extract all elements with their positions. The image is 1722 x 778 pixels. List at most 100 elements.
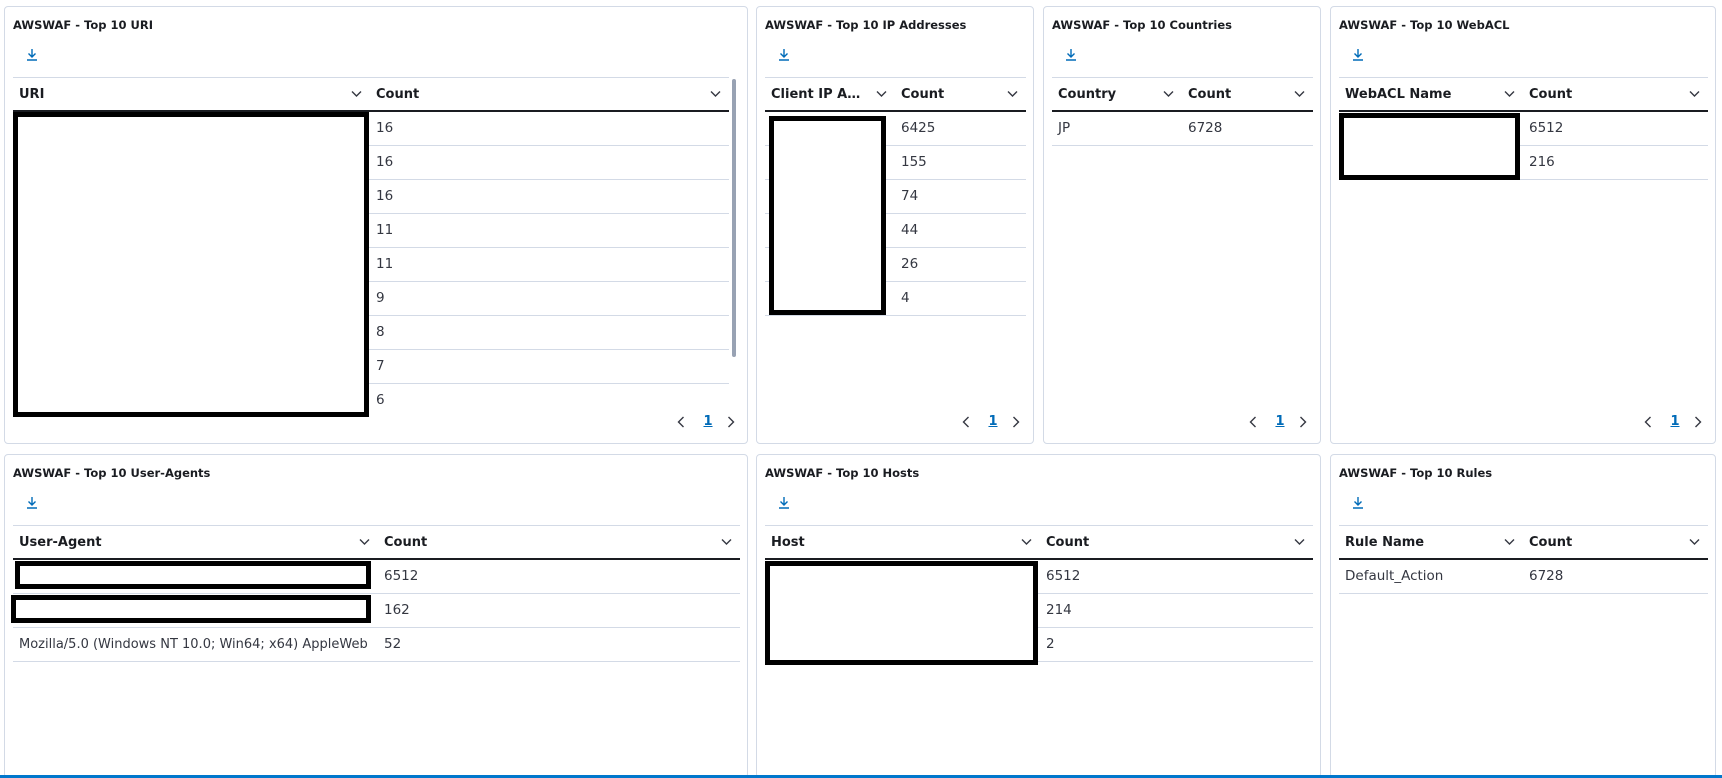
count-cell: 6425 — [901, 120, 936, 136]
table-row: Default_Action 6728 — [1339, 560, 1708, 594]
chevron-down-icon — [1689, 91, 1700, 97]
chevron-right-icon[interactable] — [1694, 416, 1702, 428]
count-cell: 155 — [901, 154, 927, 170]
chevron-down-icon — [1294, 539, 1305, 545]
chevron-right-icon[interactable] — [1012, 416, 1020, 428]
panel-title: AWSWAF - Top 10 Hosts — [765, 466, 920, 480]
page-number[interactable]: 1 — [986, 413, 1000, 431]
column-header-count[interactable]: Count — [1182, 78, 1313, 111]
table-header: Host Count — [765, 525, 1313, 560]
download-icon — [27, 497, 37, 509]
page-number[interactable]: 1 — [1273, 413, 1287, 431]
chevron-down-icon — [1021, 539, 1032, 545]
chevron-left-icon[interactable] — [1249, 416, 1257, 428]
redacted-user-agent-cell — [15, 561, 371, 589]
column-header-host[interactable]: Host — [765, 526, 1040, 559]
count-cell: 4 — [901, 290, 910, 306]
table-header: WebACL Name Count — [1339, 77, 1708, 112]
download-button[interactable] — [1350, 495, 1366, 511]
column-header-rule-name[interactable]: Rule Name — [1339, 526, 1523, 559]
rule-name-cell: Default_Action — [1345, 568, 1444, 584]
count-cell: 216 — [1529, 154, 1555, 170]
table-row: Mozilla/5.0 (Windows NT 10.0; Win64; x64… — [13, 628, 740, 662]
download-icon — [27, 49, 37, 61]
column-header-count[interactable]: Count — [1523, 78, 1708, 111]
column-header-country[interactable]: Country — [1052, 78, 1182, 111]
chevron-down-icon — [1163, 91, 1174, 97]
panel-title: AWSWAF - Top 10 Countries — [1052, 18, 1232, 32]
count-cell: 2 — [1046, 636, 1055, 652]
panel-top-webacl: AWSWAF - Top 10 WebACL WebACL Name Count… — [1330, 6, 1716, 444]
scrollbar[interactable] — [732, 79, 736, 357]
download-button[interactable] — [776, 47, 792, 63]
download-button[interactable] — [776, 495, 792, 511]
redacted-uri-cells — [13, 112, 369, 417]
count-cell: 6728 — [1188, 120, 1223, 136]
count-cell: 26 — [901, 256, 919, 272]
count-cell: 214 — [1046, 602, 1072, 618]
count-cell: 16 — [376, 120, 394, 136]
count-cell: 7 — [376, 358, 385, 374]
download-icon — [1066, 49, 1076, 61]
chevron-down-icon — [1294, 91, 1305, 97]
count-cell: 11 — [376, 222, 394, 238]
chevron-left-icon[interactable] — [677, 416, 685, 428]
pagination: 1 — [1249, 413, 1311, 431]
panel-title: AWSWAF - Top 10 URI — [13, 18, 153, 32]
count-cell: 6512 — [1046, 568, 1081, 584]
count-cell: 9 — [376, 290, 385, 306]
chevron-down-icon — [721, 539, 732, 545]
redacted-user-agent-cell — [11, 595, 371, 623]
redacted-webacl-cells — [1339, 113, 1520, 180]
column-header-client-ip[interactable]: Client IP Add... — [765, 78, 895, 111]
download-button[interactable] — [1063, 47, 1079, 63]
download-button[interactable] — [1350, 47, 1366, 63]
table-header: Client IP Add... Count — [765, 77, 1026, 112]
table-row: JP 6728 — [1052, 112, 1313, 146]
count-cell: 44 — [901, 222, 919, 238]
panel-title: AWSWAF - Top 10 IP Addresses — [765, 18, 967, 32]
download-button[interactable] — [24, 47, 40, 63]
panel-top-countries: AWSWAF - Top 10 Countries Country Count … — [1043, 6, 1321, 444]
chevron-left-icon[interactable] — [962, 416, 970, 428]
chevron-left-icon[interactable] — [1644, 416, 1652, 428]
column-header-count[interactable]: Count — [1040, 526, 1313, 559]
count-cell: 162 — [384, 602, 410, 618]
count-cell: 11 — [376, 256, 394, 272]
download-button[interactable] — [24, 495, 40, 511]
download-icon — [1353, 49, 1363, 61]
chevron-down-icon — [1007, 91, 1018, 97]
table-header: Rule Name Count — [1339, 525, 1708, 560]
redacted-host-cells — [765, 561, 1038, 665]
column-header-user-agent[interactable]: User-Agent — [13, 526, 378, 559]
panel-top-ip-addresses: AWSWAF - Top 10 IP Addresses Client IP A… — [756, 6, 1034, 444]
chevron-down-icon — [351, 91, 362, 97]
panel-title: AWSWAF - Top 10 Rules — [1339, 466, 1493, 480]
chevron-down-icon — [710, 91, 721, 97]
table-header: Country Count — [1052, 77, 1313, 112]
column-header-count[interactable]: Count — [1523, 526, 1708, 559]
column-header-count[interactable]: Count — [895, 78, 1026, 111]
user-agent-cell: Mozilla/5.0 (Windows NT 10.0; Win64; x64… — [19, 637, 368, 652]
count-cell: 16 — [376, 154, 394, 170]
column-header-count[interactable]: Count — [378, 526, 740, 559]
chevron-down-icon — [1504, 539, 1515, 545]
pagination: 1 — [962, 413, 1024, 431]
chevron-down-icon — [1504, 91, 1515, 97]
count-cell: 8 — [376, 324, 385, 340]
chevron-down-icon — [876, 91, 887, 97]
panel-top-rules: AWSWAF - Top 10 Rules Rule Name Count De… — [1330, 454, 1716, 778]
table-header: URI Count — [13, 77, 729, 112]
download-icon — [1353, 497, 1363, 509]
panel-title: AWSWAF - Top 10 WebACL — [1339, 18, 1510, 32]
panel-top-hosts: AWSWAF - Top 10 Hosts Host Count 6512 21… — [756, 454, 1321, 778]
page-number[interactable]: 1 — [1668, 413, 1682, 431]
count-cell: 16 — [376, 188, 394, 204]
column-header-count[interactable]: Count — [370, 78, 729, 111]
column-header-uri[interactable]: URI — [13, 78, 370, 111]
page-number[interactable]: 1 — [701, 413, 715, 431]
chevron-right-icon[interactable] — [727, 416, 735, 428]
chevron-right-icon[interactable] — [1299, 416, 1307, 428]
column-header-webacl-name[interactable]: WebACL Name — [1339, 78, 1523, 111]
count-cell: 6 — [376, 392, 385, 408]
